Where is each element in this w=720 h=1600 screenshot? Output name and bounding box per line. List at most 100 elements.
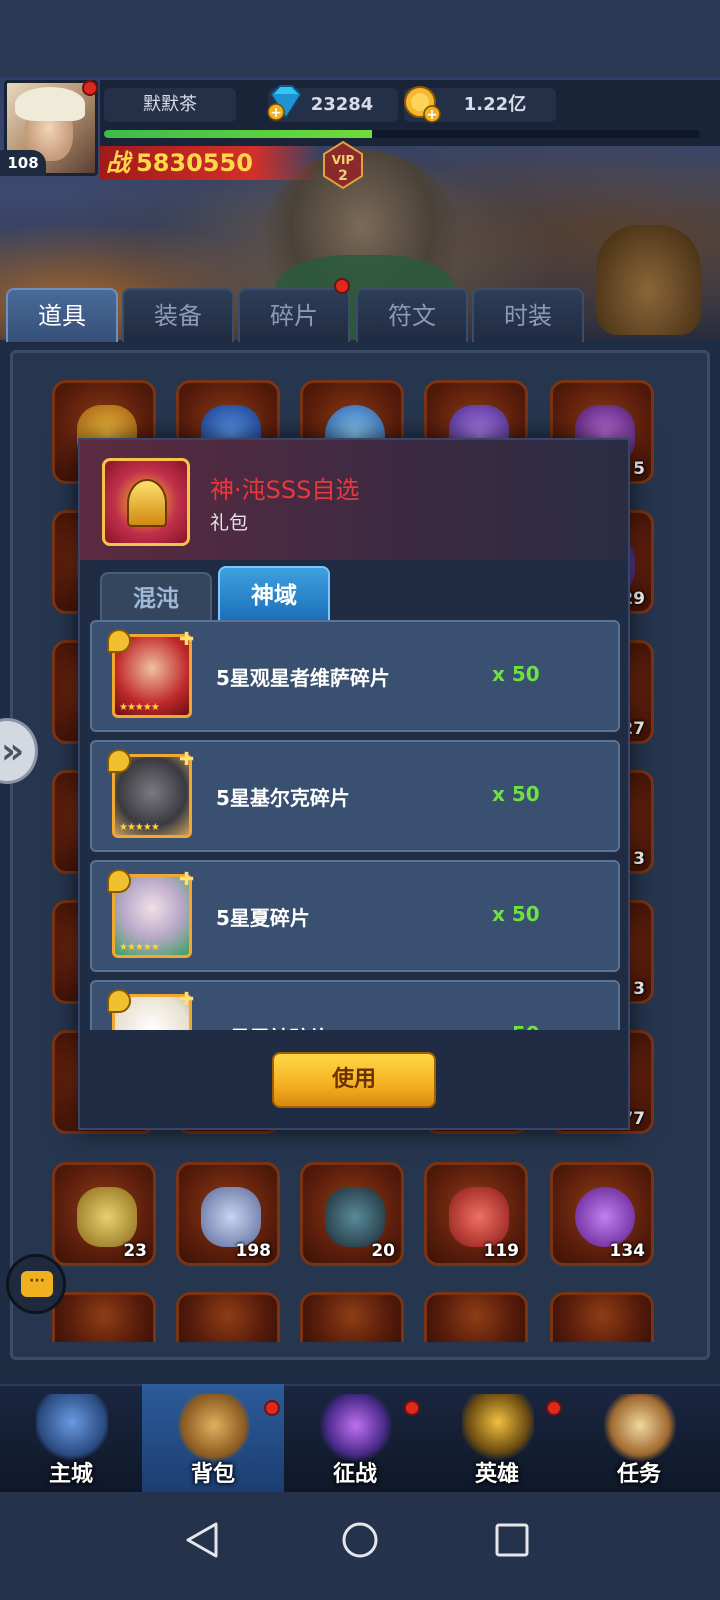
back-triangle-icon[interactable] <box>172 1510 232 1570</box>
scroll-icon <box>604 1394 676 1464</box>
nav-label: 背包 <box>190 1462 235 1487</box>
campaign-notification-dot <box>404 1400 420 1416</box>
inventory-slot[interactable] <box>176 1292 280 1342</box>
star-rating-icon: ★★★★★ <box>119 822 160 833</box>
combat-power-label: 战 <box>106 149 130 177</box>
hero-class-icon <box>107 749 131 773</box>
double-chevron-icon: » <box>1 731 25 772</box>
item-count: 3 <box>633 849 645 869</box>
star-rating-icon: ★★★★★ <box>119 702 160 713</box>
inventory-slot[interactable] <box>52 1292 156 1342</box>
player-level: 108 <box>0 150 46 176</box>
tab-runes[interactable]: 符文 <box>356 288 468 342</box>
status-bar <box>0 0 720 78</box>
reward-name: 5星雷神碎片 <box>216 1022 330 1030</box>
shards-tab-notification-dot <box>334 278 350 294</box>
tab-items[interactable]: 道具 <box>6 288 118 342</box>
backpack-icon <box>178 1394 250 1464</box>
nav-campaign[interactable]: 征战 <box>284 1384 426 1492</box>
reward-name: 5星基尔克碎片 <box>216 786 350 810</box>
pack-type: 礼包 <box>210 512 249 534</box>
reward-row[interactable]: ✚ ★★★★★ 5星夏碎片 x 50 <box>90 860 620 972</box>
nav-label: 主城 <box>48 1462 93 1487</box>
reward-quantity: x 50 <box>492 782 540 806</box>
nav-heroes[interactable]: 英雄 <box>426 1384 568 1492</box>
reward-quantity: x 50 <box>492 662 540 686</box>
reward-quantity: x 50 <box>492 902 540 926</box>
gold-plus-icon[interactable]: + <box>402 84 444 124</box>
nav-label: 征战 <box>332 1462 377 1487</box>
hero-portrait: ✚ ★★★★★ <box>107 629 194 718</box>
hero-class-icon <box>107 869 131 893</box>
recents-square-icon[interactable] <box>482 1510 542 1570</box>
inventory-slot[interactable]: 23 <box>52 1162 156 1266</box>
avatar-hair <box>15 87 85 121</box>
reward-row[interactable]: ✚ ★★★★★ 5星观星者维萨碎片 x 50 <box>90 620 620 732</box>
shard-plus-icon: ✚ <box>179 869 195 890</box>
purple-swirl-item-icon <box>575 1187 635 1247</box>
svg-text:+: + <box>270 105 282 121</box>
chat-button[interactable]: ··· <box>6 1254 66 1314</box>
vip-level: 2 <box>338 168 348 184</box>
reward-name: 5星观星者维萨碎片 <box>216 666 390 690</box>
vip-badge-icon[interactable]: VIP 2 <box>318 140 368 190</box>
star-rating-icon: ★★★★★ <box>119 942 160 953</box>
home-circle-icon[interactable] <box>330 1510 390 1570</box>
inventory-slot[interactable] <box>550 1292 654 1342</box>
item-count: 119 <box>483 1241 520 1261</box>
backpack-notification-dot <box>264 1400 280 1416</box>
inventory-slot[interactable]: 119 <box>424 1162 528 1266</box>
reward-row[interactable]: ✚ ★★★★★ 5星基尔克碎片 x 50 <box>90 740 620 852</box>
svg-text:+: + <box>426 107 438 123</box>
svg-text:VIP: VIP <box>332 153 355 167</box>
shard-plus-icon: ✚ <box>179 629 195 650</box>
diamond-plus-icon[interactable]: + <box>266 82 306 122</box>
chat-bubble-icon: ··· <box>21 1271 53 1297</box>
inventory-slot[interactable]: 20 <box>300 1162 404 1266</box>
gold-ore-item-icon <box>77 1187 137 1247</box>
reward-list: ✚ ★★★★★ 5星观星者维萨碎片 x 50 ✚ ★★★★★ 5星基尔克碎片 x… <box>90 620 620 1030</box>
nav-main-city[interactable]: 主城 <box>0 1384 142 1492</box>
avatar-notification-dot <box>82 80 98 96</box>
iron-ore-item-icon <box>325 1187 385 1247</box>
nav-label: 任务 <box>616 1462 661 1487</box>
pack-title: 神·沌SSS自选 <box>210 476 360 504</box>
item-count: 3 <box>633 979 645 999</box>
helmet-icon <box>462 1394 534 1464</box>
item-count: 134 <box>609 1241 646 1261</box>
subtab-divine[interactable]: 神域 <box>218 566 330 622</box>
tab-fashion[interactable]: 时装 <box>472 288 584 342</box>
shard-plus-icon: ✚ <box>179 989 195 1010</box>
hero-portrait: ✚ ★★★★★ <box>107 869 194 958</box>
subtab-chaos[interactable]: 混沌 <box>100 572 212 622</box>
heroes-notification-dot <box>546 1400 562 1416</box>
nav-backpack[interactable]: 背包 <box>142 1384 284 1492</box>
dialog-header: 神·沌SSS自选 礼包 <box>80 440 628 560</box>
hero-portrait: ✚ ★★★★★ <box>107 749 194 838</box>
gift-pack-icon <box>102 458 190 546</box>
reward-row[interactable]: ✚ 5星雷神碎片 x 50 <box>90 980 620 1030</box>
item-count: 20 <box>371 1241 395 1261</box>
inventory-slot[interactable]: 198 <box>176 1162 280 1266</box>
combat-power-value: 5830550 <box>136 149 253 177</box>
tab-shards[interactable]: 碎片 <box>238 288 350 342</box>
tab-equipment[interactable]: 装备 <box>122 288 234 342</box>
red-rune-item-icon <box>449 1187 509 1247</box>
portal-icon <box>320 1394 392 1464</box>
reward-name: 5星夏碎片 <box>216 906 310 930</box>
inventory-slot[interactable]: 134 <box>550 1162 654 1266</box>
silver-ore-item-icon <box>201 1187 261 1247</box>
item-count: 23 <box>123 1241 147 1261</box>
player-name: 默默茶 <box>104 88 236 122</box>
helmet-icon <box>127 479 167 527</box>
inventory-slot[interactable] <box>424 1292 528 1342</box>
hero-portrait: ✚ <box>107 989 194 1030</box>
nav-tasks[interactable]: 任务 <box>568 1384 710 1492</box>
reward-quantity: x 50 <box>492 1022 540 1030</box>
treasure-sack <box>596 225 701 335</box>
castle-icon <box>36 1394 108 1464</box>
inventory-slot[interactable] <box>300 1292 404 1342</box>
exp-bar <box>104 130 700 138</box>
use-button[interactable]: 使用 <box>272 1052 436 1108</box>
hero-class-icon <box>107 629 131 653</box>
